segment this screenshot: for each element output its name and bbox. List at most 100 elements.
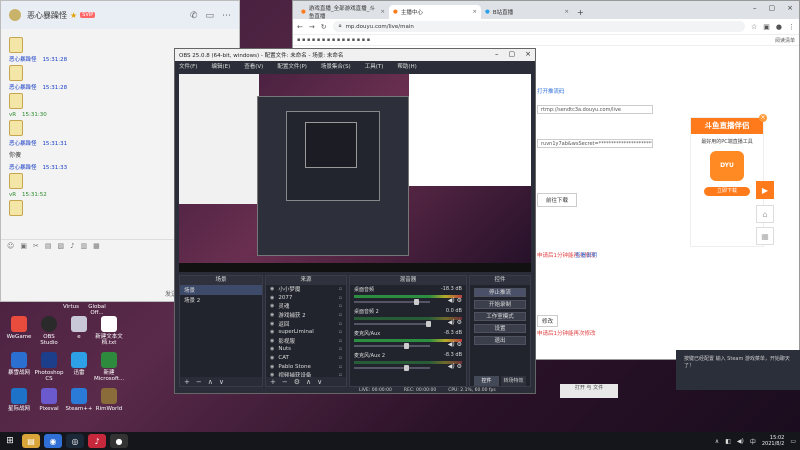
speaker-icon[interactable]: ◀) ⚙ xyxy=(448,297,462,304)
source-item[interactable]: ◉ superLiminal ▫ xyxy=(266,328,346,337)
desktop-icon-star-battlenet[interactable]: 星际战网 xyxy=(4,388,34,412)
lock-icon[interactable]: ▫ xyxy=(339,338,342,344)
lock-icon[interactable]: ▫ xyxy=(339,355,342,361)
reading-list[interactable]: 阅读清单 xyxy=(775,37,795,44)
speaker-icon[interactable]: ◀) ⚙ xyxy=(448,341,462,348)
eye-icon[interactable]: ◉ xyxy=(270,346,274,352)
new-tab-button[interactable]: + xyxy=(577,8,584,17)
profile-icon[interactable]: ● xyxy=(776,23,782,31)
chrome-icon[interactable]: ◉ xyxy=(44,434,62,448)
source-item[interactable]: ◉ CAT ▫ xyxy=(266,354,346,363)
desktop-icon-photoshop[interactable]: Photoshop CS xyxy=(34,352,64,382)
eye-icon[interactable]: ◉ xyxy=(270,295,274,301)
speaker-icon[interactable]: ◀) ⚙ xyxy=(448,319,462,326)
desktop-icon-battlenet[interactable]: 暴雪战网 xyxy=(4,352,34,376)
eye-icon[interactable]: ◉ xyxy=(270,286,274,292)
lock-icon[interactable]: ▫ xyxy=(339,312,342,318)
menu-help[interactable]: 帮助(H) xyxy=(397,62,416,70)
open-stream-key-link[interactable]: 打开推流码 xyxy=(537,87,565,95)
file-explorer-icon[interactable]: ▤ xyxy=(22,434,40,448)
eye-icon[interactable]: ◉ xyxy=(270,329,274,335)
exit-button[interactable]: 退出 xyxy=(474,336,526,345)
avatar[interactable] xyxy=(9,9,21,21)
gear-icon[interactable]: ⚙ xyxy=(294,378,300,386)
tab-controls[interactable]: 控件 xyxy=(474,376,499,386)
desktop-icon-steampp[interactable]: Steam++ xyxy=(64,388,94,412)
clock[interactable]: 15:02 2021/8/2 xyxy=(762,435,784,447)
lock-icon[interactable]: ▫ xyxy=(339,303,342,309)
windows-start-icon[interactable]: ⊞ xyxy=(0,432,20,450)
maximize-icon[interactable]: ▢ xyxy=(769,4,776,12)
home-icon[interactable]: ⌂ xyxy=(756,205,774,223)
down-icon[interactable]: ∨ xyxy=(317,378,322,386)
close-icon[interactable]: × xyxy=(472,9,477,15)
tab-douyu-directory[interactable]: ● 游戏直播_全部游戏直播_斗鱼直播 × xyxy=(297,5,389,20)
scene-item[interactable]: 场景 xyxy=(180,285,262,295)
lock-icon[interactable]: ▫ xyxy=(339,286,342,292)
minimize-icon[interactable]: – xyxy=(753,4,757,12)
maximize-icon[interactable]: ▢ xyxy=(509,50,516,58)
eye-icon[interactable]: ◉ xyxy=(270,312,274,318)
remove-icon[interactable]: − xyxy=(196,378,202,386)
close-icon[interactable]: × xyxy=(380,9,385,15)
source-item[interactable]: ◉ 影视服 ▫ xyxy=(266,337,346,346)
close-icon[interactable]: × xyxy=(759,114,767,122)
lock-icon[interactable]: ▫ xyxy=(339,321,342,327)
volume-slider[interactable] xyxy=(354,321,431,327)
up-icon[interactable]: ∧ xyxy=(306,378,311,386)
menu-tools[interactable]: 工具(T) xyxy=(365,62,384,70)
eye-icon[interactable]: ◉ xyxy=(270,321,274,327)
steam-notification[interactable]: 按键已经配置 输入 Steam 游戏菜单，开始聊天了！ xyxy=(676,350,800,390)
menu-edit[interactable]: 编辑(E) xyxy=(211,62,230,70)
studio-mode-button[interactable]: 工作室模式 xyxy=(474,312,526,321)
speaker-icon[interactable]: ◀) ⚙ xyxy=(448,363,462,370)
lock-icon[interactable]: ▫ xyxy=(339,364,342,370)
source-item[interactable]: ◉ 2077 ▫ xyxy=(266,294,346,303)
up-icon[interactable]: ∧ xyxy=(208,378,213,386)
lock-icon[interactable]: ▫ xyxy=(339,295,342,301)
volume-slider[interactable] xyxy=(354,343,430,349)
menu-profile[interactable]: 配置文件(P) xyxy=(277,62,307,70)
source-item[interactable]: ◉ 灵魂 ▫ xyxy=(266,302,346,311)
source-item[interactable]: ◉ Nuts ▫ xyxy=(266,345,346,354)
desktop-icon-pixeval[interactable]: Pixeval xyxy=(34,388,64,412)
close-icon[interactable]: × xyxy=(564,9,569,15)
play-icon[interactable]: ▶ xyxy=(756,181,774,199)
netease-music-icon[interactable]: ♪ xyxy=(88,434,106,448)
settings-button[interactable]: 设置 xyxy=(474,324,526,333)
desktop-icon-e[interactable]: e xyxy=(64,316,94,340)
stop-streaming-button[interactable]: 停止推流 xyxy=(474,288,526,297)
mic-icon[interactable]: ♪ xyxy=(70,242,74,250)
menu-scene-collection[interactable]: 场景集合(S) xyxy=(321,62,351,70)
reload-icon[interactable]: ↻ xyxy=(321,23,327,31)
rtmp-address-field[interactable]: rtmp://sendtc3a.douyu.com/live xyxy=(537,105,653,114)
file-dialog-snippet[interactable]: 打开 与 文件 xyxy=(560,384,618,398)
desktop-icon-text-doc[interactable]: 新建文本文档.txt xyxy=(94,316,124,346)
scene-item[interactable]: 场景 2 xyxy=(180,295,262,305)
eye-icon[interactable]: ◉ xyxy=(270,355,274,361)
eye-icon[interactable]: ◉ xyxy=(270,364,274,370)
source-item[interactable]: ◉ Pablo Stone ▫ xyxy=(266,362,346,371)
grid-icon[interactable]: ▦ xyxy=(93,242,100,250)
extensions-icon[interactable]: ▣ xyxy=(763,23,770,31)
ime-icon[interactable]: 中 xyxy=(750,437,756,446)
phone-icon[interactable]: ✆ xyxy=(190,11,198,21)
notifications-icon[interactable]: ▭ xyxy=(790,438,796,445)
desktop-icon-global-offensive[interactable]: Global Off... xyxy=(82,302,112,316)
start-recording-button[interactable]: 开始录制 xyxy=(474,300,526,309)
menu-view[interactable]: 查看(V) xyxy=(244,62,263,70)
source-item[interactable]: ◉ 游戏捕获 2 ▫ xyxy=(266,311,346,320)
source-item[interactable]: ◉ 返回 ▫ xyxy=(266,319,346,328)
eye-icon[interactable]: ◉ xyxy=(270,338,274,344)
volume-slider[interactable] xyxy=(354,299,430,305)
menu-icon[interactable]: ⋮ xyxy=(788,23,795,31)
close-icon[interactable]: × xyxy=(525,50,531,58)
remove-icon[interactable]: − xyxy=(282,378,288,386)
tab-streamer-center[interactable]: ● 主播中心 × xyxy=(389,5,481,19)
view-instructions-link[interactable]: 查看说明 xyxy=(575,251,597,259)
close-icon[interactable]: × xyxy=(787,4,793,12)
download-button[interactable]: 前往下载 xyxy=(537,193,578,207)
obs-preview-canvas[interactable] xyxy=(179,74,531,272)
image-icon[interactable]: ▧ xyxy=(57,242,64,250)
volume-icon[interactable]: ◀) xyxy=(737,438,744,445)
